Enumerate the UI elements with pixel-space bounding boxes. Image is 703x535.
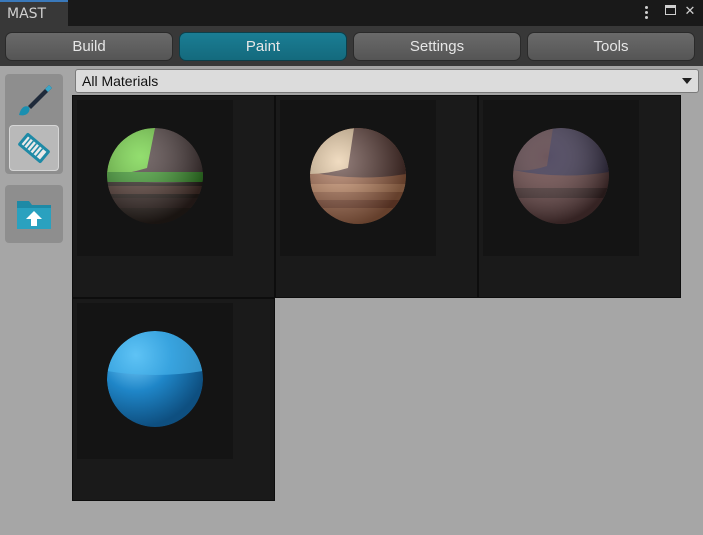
- tab-tools[interactable]: Tools: [527, 32, 695, 61]
- material-cell-green[interactable]: [72, 95, 275, 298]
- blue-material-sphere: [107, 331, 203, 427]
- kebab-icon[interactable]: [643, 5, 657, 19]
- material-filter-dropdown[interactable]: All Materials: [75, 69, 699, 93]
- window-titlebar: MAST ✕: [0, 0, 703, 26]
- material-preview: [483, 100, 639, 256]
- material-cell-blue[interactable]: [72, 298, 275, 501]
- sand-brick-material-sphere: [310, 128, 406, 224]
- window-controls: ✕: [643, 4, 697, 20]
- eraser-button[interactable]: [9, 125, 59, 171]
- dark-purple-material-sphere: [513, 128, 609, 224]
- paint-tool-group: [5, 74, 63, 174]
- material-preview: [280, 100, 436, 256]
- material-grid: [72, 95, 681, 503]
- material-preview: [77, 303, 233, 459]
- tab-settings[interactable]: Settings: [353, 32, 521, 61]
- tab-build[interactable]: Build: [5, 32, 173, 61]
- paint-brush-icon: [19, 85, 52, 116]
- load-palette-button[interactable]: [9, 191, 59, 237]
- chevron-down-icon: [682, 78, 692, 84]
- material-cell-purple[interactable]: [478, 95, 681, 298]
- folder-upload-icon: [17, 201, 51, 229]
- tab-paint[interactable]: Paint: [179, 32, 347, 61]
- paint-brush-button[interactable]: [9, 77, 59, 123]
- close-icon[interactable]: ✕: [683, 4, 697, 20]
- mode-toolbar: Build Paint Settings Tools: [0, 26, 703, 66]
- eraser-icon: [18, 133, 50, 163]
- material-preview: [77, 100, 233, 256]
- green-grass-material-sphere: [107, 128, 203, 224]
- maximize-icon[interactable]: [663, 4, 677, 20]
- material-cell-sand[interactable]: [275, 95, 478, 298]
- palette-tool-group: [5, 185, 63, 243]
- window-tab[interactable]: MAST: [0, 0, 68, 26]
- material-filter-value: All Materials: [82, 73, 159, 89]
